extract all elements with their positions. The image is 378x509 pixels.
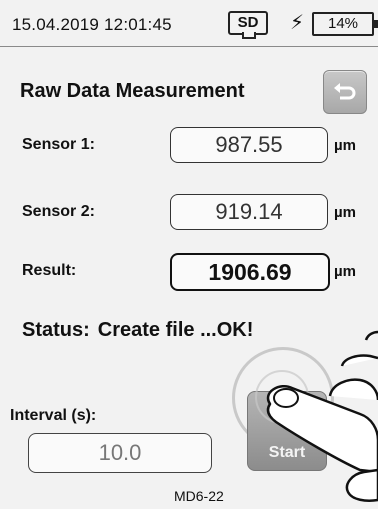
lightning-icon: ⚡︎ [290,12,305,34]
result-label: Result: [22,262,77,279]
sensor2-unit: µm [334,204,356,221]
battery-icon: 14% [312,12,378,36]
back-button[interactable] [323,70,367,114]
back-arrow-icon [334,83,356,100]
interval-label: Interval (s): [10,407,97,424]
battery-level: 14% [327,15,359,32]
start-label: Start [268,444,306,461]
sensor2-label: Sensor 2: [22,203,95,220]
sd-card-icon: SD [228,11,268,39]
result-value: 1906.69 [170,253,330,291]
status-bar: 15.04.2019 12:01:45 SD ⚡︎ 14% [0,0,378,47]
sensor1-value: 987.55 [170,127,328,163]
touch-ring-inner [255,370,309,424]
status-line: Status: Create file ...OK! [22,319,253,342]
interval-input[interactable]: 10.0 [28,433,212,473]
sensor2-value: 919.14 [170,194,328,230]
page-title: Raw Data Measurement [20,80,245,102]
datetime: 15.04.2019 12:01:45 [12,15,172,34]
sensor1-label: Sensor 1: [22,136,95,153]
sensor1-unit: µm [334,137,356,154]
model-label: MD6-22 [174,488,224,504]
status-value: Create file ...OK! [97,319,254,341]
status-label: Status: [22,319,90,341]
result-unit: µm [334,263,356,280]
